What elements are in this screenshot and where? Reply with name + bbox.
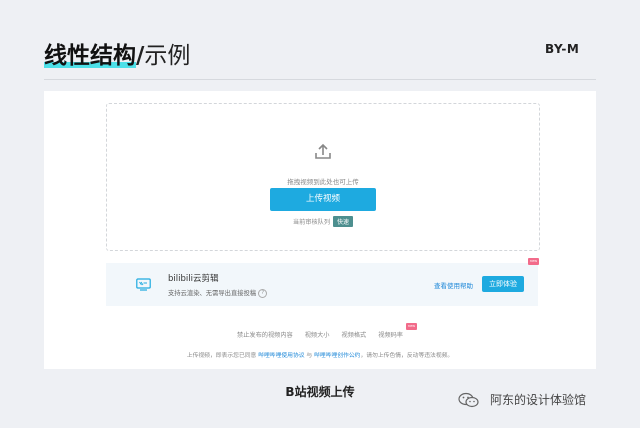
tv-icon: [136, 278, 151, 291]
usage-agreement-link[interactable]: 哔哩哔哩使用协议: [258, 353, 304, 359]
upload-video-button[interactable]: 上传视频: [270, 188, 376, 211]
footer-link-size[interactable]: 视频大小: [305, 332, 330, 339]
queue-row: 当前审核队列 快速: [107, 216, 539, 227]
footer-link-bitrate[interactable]: 视频码率: [378, 332, 403, 339]
try-now-button[interactable]: 立即体验: [482, 276, 524, 292]
drop-hint: 拖拽视频到此处也可上传: [287, 178, 359, 186]
note-prefix: 上传视频，即表示您已同意: [186, 353, 257, 359]
footer-link-format[interactable]: 视频格式: [341, 332, 366, 339]
title-bold: 线性结构: [44, 36, 136, 70]
watermark-text: 阿东的设计体验馆: [490, 393, 587, 407]
note-mid: 与: [306, 353, 313, 359]
agreement-note: 上传视频，即表示您已同意 哔哩哔哩使用协议 与 哔哩哔哩创作公约，请勿上传色情，…: [44, 350, 596, 359]
banner-subtitle: 支持云渲染、无需导出直接投稿?: [168, 288, 268, 298]
help-circle-icon[interactable]: ?: [258, 288, 268, 298]
footer-links: 禁止发布的视频内容 视频大小 视频格式 视频码率: [44, 330, 596, 339]
brand-label: BY-M: [545, 42, 580, 56]
upload-icon: [315, 143, 331, 159]
help-link[interactable]: 查看使用帮助: [434, 280, 473, 290]
wechat-icon: [458, 392, 479, 408]
footer-new-badge: new: [406, 323, 417, 330]
banner-subtitle-text: 支持云渲染、无需导出直接投稿: [168, 290, 257, 297]
queue-status-badge: 快速: [333, 216, 354, 227]
slide-title: 线性结构 /示例: [44, 36, 190, 72]
banner-title: bilibili云剪辑: [168, 274, 219, 284]
queue-label: 当前审核队列: [292, 219, 331, 226]
title-slash: /: [136, 43, 145, 69]
footer-link-forbidden[interactable]: 禁止发布的视频内容: [237, 332, 293, 339]
title-divider: [44, 79, 596, 80]
title-bold-text: 线性结构: [44, 43, 136, 69]
cloud-edit-banner: bilibili云剪辑 支持云渲染、无需导出直接投稿? 查看使用帮助 立即体验: [106, 263, 538, 306]
banner-new-badge: new: [528, 258, 539, 265]
upload-panel: 拖拽视频到此处也可上传 上传视频 当前审核队列 快速 bilibili云剪辑 支持…: [44, 91, 596, 369]
creator-pact-link[interactable]: 哔哩哔哩创作公约: [314, 353, 360, 359]
title-thin: 示例: [144, 43, 191, 69]
note-suffix: ，请勿上传色情，反动等违法视频。: [360, 353, 454, 359]
upload-dropzone[interactable]: 拖拽视频到此处也可上传 上传视频 当前审核队列 快速: [106, 103, 540, 251]
